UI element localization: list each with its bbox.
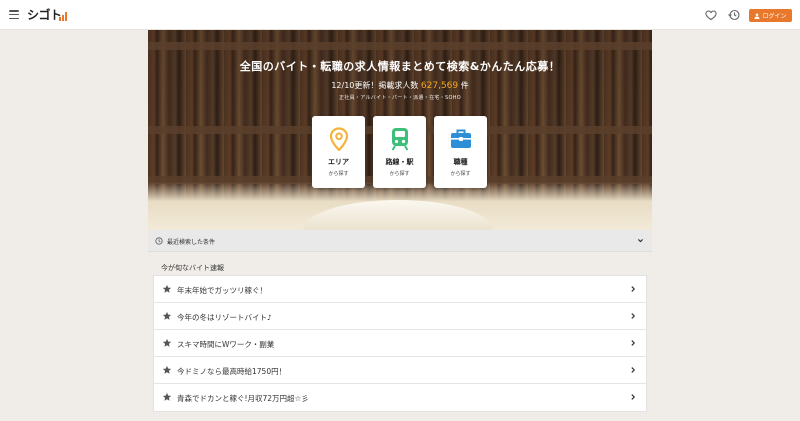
search-by-station-card[interactable]: 路線・駅 から探す (373, 116, 426, 188)
hero-banner: 全国のバイト・転職の求人情報まとめて検索&かんたん応募！ 12/10更新！掲載求… (148, 30, 652, 230)
menu-icon[interactable] (9, 10, 19, 20)
user-icon (754, 12, 760, 19)
card-title-area: エリア (328, 158, 349, 166)
section-title: 今が旬なバイト速報 (161, 264, 224, 272)
list-item-label: スキマ時間にWワーク・副業 (177, 340, 275, 349)
chevron-right-icon (631, 367, 636, 373)
star-icon (162, 311, 172, 320)
logo-bars-icon (59, 12, 68, 21)
list-item[interactable]: 年末年始でガッツリ稼ぐ！ (154, 276, 646, 303)
card-title-station: 路線・駅 (385, 158, 414, 166)
card-title-job-type: 職種 (453, 158, 468, 166)
history-icon[interactable] (728, 9, 740, 21)
list-item[interactable]: 今ドミノなら最高時給1750円！ (154, 357, 646, 384)
count-unit: 件 (460, 81, 469, 90)
employment-types: 正社員・アルバイト・パート・派遣・在宅・SOHO (339, 95, 461, 101)
search-by-job-type-card[interactable]: 職種 から探す (434, 116, 487, 188)
search-by-area-card[interactable]: エリア から探す (312, 116, 365, 188)
list-item-label: 今年の冬はリゾートバイト♪ (177, 313, 272, 322)
chevron-right-icon (631, 394, 636, 400)
map-pin-icon (329, 127, 349, 151)
star-icon (162, 365, 172, 374)
job-count: 627,569 (420, 81, 459, 91)
chevron-right-icon (631, 313, 636, 319)
recent-search-toggle[interactable]: 最近検索した条件 (148, 230, 652, 252)
list-item-label: 青森でドカンと稼ぐ!月収72万円超☆彡 (177, 394, 309, 403)
chevron-down-icon (638, 239, 643, 243)
card-sub-station: から探す (389, 171, 410, 177)
list-item-label: 年末年始でガッツリ稼ぐ！ (177, 286, 267, 295)
recent-search-label: 最近検索した条件 (167, 239, 216, 246)
train-icon (391, 128, 409, 151)
list-item[interactable]: 今年の冬はリゾートバイト♪ (154, 303, 646, 330)
login-label: ログイン (762, 14, 787, 20)
card-sub-job-type: から探す (450, 171, 471, 177)
hero-title: 全国のバイト・転職の求人情報まとめて検索&かんたん応募！ (239, 60, 561, 73)
star-icon (162, 392, 172, 401)
login-button[interactable]: ログイン (749, 9, 792, 22)
job-news-list: 年末年始でガッツリ稼ぐ！ 今年の冬はリゾートバイト♪ スキマ時間にWワーク・副業… (153, 275, 647, 412)
briefcase-icon (451, 129, 471, 148)
clock-icon (155, 237, 163, 245)
star-icon (162, 284, 172, 293)
site-logo[interactable]: シゴト (27, 8, 62, 22)
star-icon (162, 338, 172, 347)
top-header: シゴト ログイン (0, 0, 800, 30)
card-sub-area: から探す (328, 171, 349, 177)
updated-prefix: 12/10更新！掲載求人数 (331, 81, 419, 90)
list-item[interactable]: スキマ時間にWワーク・副業 (154, 330, 646, 357)
list-item-label: 今ドミノなら最高時給1750円！ (177, 367, 287, 376)
hero-job-count: 12/10更新！掲載求人数 627,569 件 (148, 80, 652, 91)
heart-icon[interactable] (705, 9, 717, 21)
list-item[interactable]: 青森でドカンと稼ぐ!月収72万円超☆彡 (154, 384, 646, 411)
chevron-right-icon (631, 286, 636, 292)
chevron-right-icon (631, 340, 636, 346)
